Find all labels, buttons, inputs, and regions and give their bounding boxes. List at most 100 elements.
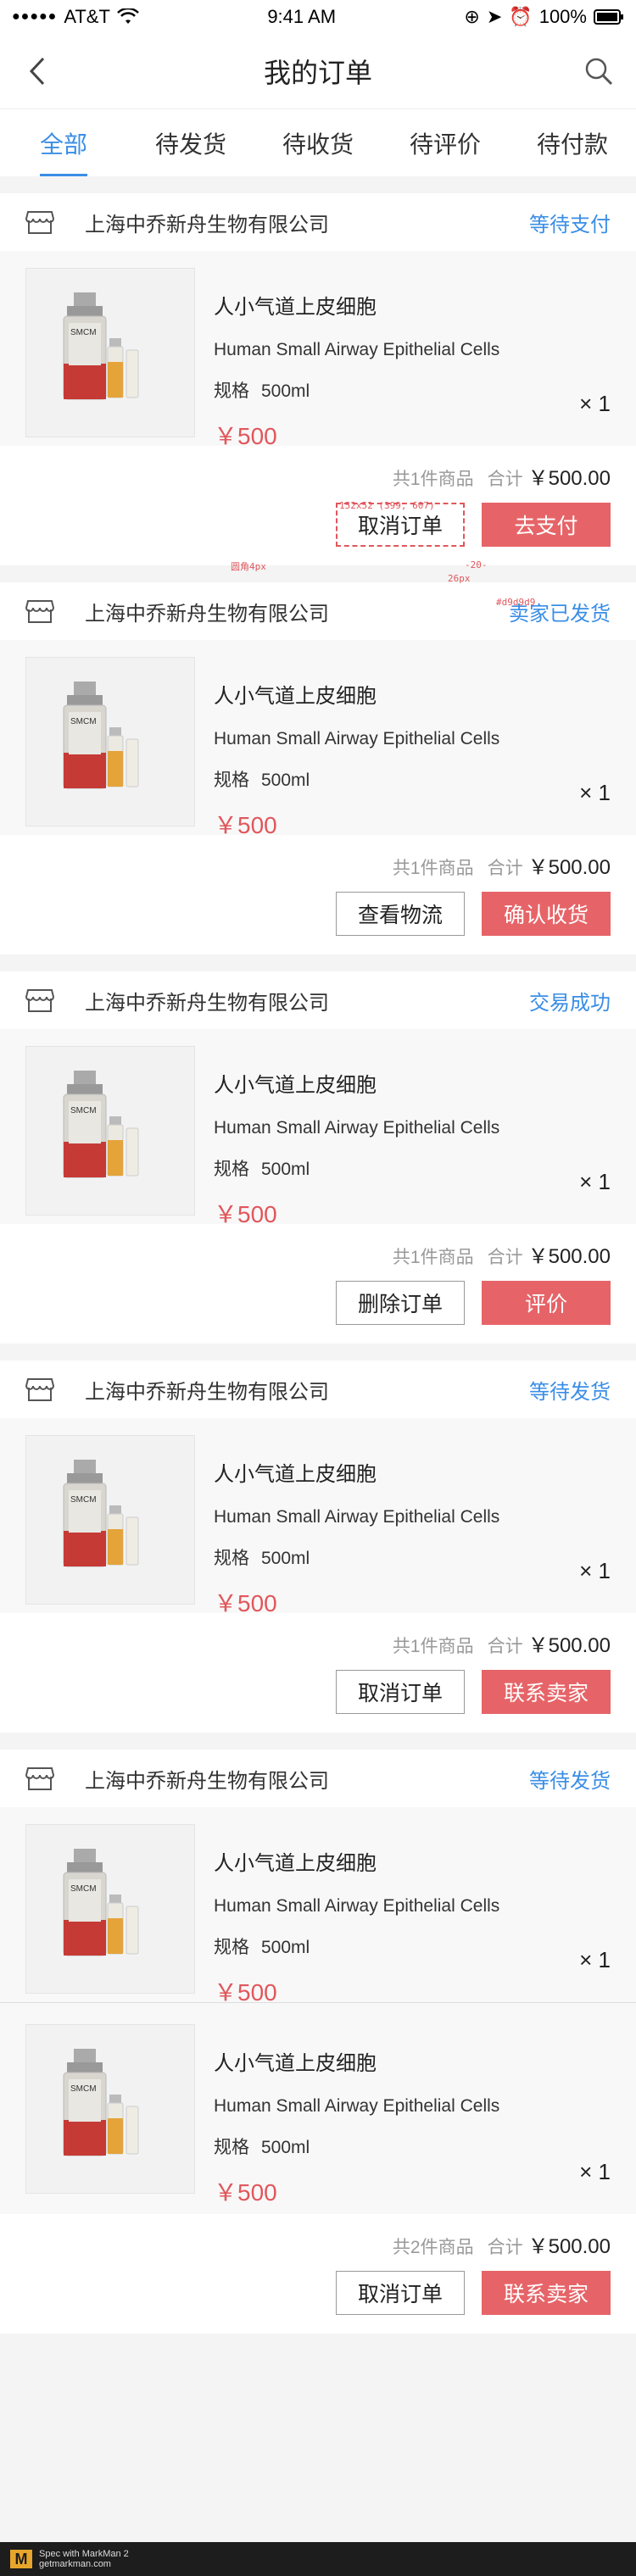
nav-bar: 我的订单 <box>0 34 636 108</box>
back-button[interactable] <box>22 54 53 88</box>
product-image: SMCM <box>63 682 139 789</box>
spec-value: 500ml <box>261 381 310 401</box>
order-header: 上海中乔新舟生物有限公司 等待支付 <box>0 193 636 251</box>
spec-label: 规格 <box>214 2138 249 2157</box>
shop-name[interactable]: 上海中乔新舟生物有限公司 <box>85 986 529 1015</box>
shop-icon <box>25 211 54 234</box>
order-card: 上海中乔新舟生物有限公司 卖家已发货 SMCM 人小气道上皮细胞 Human S… <box>0 582 636 954</box>
wifi-icon <box>117 8 139 24</box>
order-item[interactable]: SMCM 人小气道上皮细胞 Human Small Airway Epithel… <box>0 1807 636 2006</box>
order-total: ￥500.00 <box>527 467 611 490</box>
order-actions: 取消订单 去支付 <box>0 503 611 547</box>
pay-button[interactable]: 去支付 <box>482 503 611 547</box>
product-quantity: × 1 <box>579 1947 611 1972</box>
order-header: 上海中乔新舟生物有限公司 等待发货 <box>0 1750 636 1807</box>
chevron-left-icon <box>29 57 45 86</box>
clock: 9:41 AM <box>267 6 337 27</box>
order-footer: 共1件商品 合计 ￥500.00 取消订单 联系卖家 <box>0 1613 636 1733</box>
order-status: 等待发货 <box>529 1380 611 1404</box>
order-footer: 共2件商品 合计 ￥500.00 取消订单 联系卖家 <box>0 2214 636 2334</box>
product-thumbnail: SMCM <box>25 2024 195 2194</box>
shop-name[interactable]: 上海中乔新舟生物有限公司 <box>85 208 529 237</box>
spec-value: 500ml <box>261 1938 310 1957</box>
tab-to-review[interactable]: 待评价 <box>382 109 509 176</box>
svg-text:SMCM: SMCM <box>70 328 97 337</box>
contact-seller-button[interactable]: 联系卖家 <box>482 2271 611 2315</box>
order-footer: 共1件商品 合计 ￥500.00 取消订单 去支付 <box>0 446 636 565</box>
order-items: SMCM 人小气道上皮细胞 Human Small Airway Epithel… <box>0 1418 636 1616</box>
total-label: 合计 <box>487 1248 523 1267</box>
product-name-en: Human Small Airway Epithelial Cells <box>214 1118 500 1138</box>
shop-icon <box>25 1378 54 1401</box>
svg-text:SMCM: SMCM <box>70 1884 97 1894</box>
tab-to-pay[interactable]: 待付款 <box>509 109 636 176</box>
order-item[interactable]: SMCM 人小气道上皮细胞 Human Small Airway Epithel… <box>0 2002 636 2214</box>
rotation-lock-icon: ⊕ <box>464 6 480 27</box>
markman-brand: Spec with MarkMan 2 <box>39 2548 129 2559</box>
order-summary: 共1件商品 合计 ￥500.00 <box>0 1628 611 1658</box>
spec-label: 规格 <box>214 1938 249 1957</box>
order-item[interactable]: SMCM 人小气道上皮细胞 Human Small Airway Epithel… <box>0 1418 636 1616</box>
shop-name[interactable]: 上海中乔新舟生物有限公司 <box>85 1764 529 1794</box>
product-spec: 规格 500ml <box>214 377 611 403</box>
delete-order-button[interactable]: 删除订单 <box>336 1281 465 1325</box>
spec-value: 500ml <box>261 2138 310 2157</box>
cancel-order-button[interactable]: 取消订单 <box>336 2271 465 2315</box>
review-button[interactable]: 评价 <box>482 1281 611 1325</box>
search-button[interactable] <box>583 56 614 86</box>
order-footer: 共1件商品 合计 ￥500.00 删除订单 评价 <box>0 1224 636 1344</box>
annotation-radius: 圆角4px <box>231 561 266 572</box>
item-count: 共1件商品 <box>392 1637 474 1656</box>
order-status: 交易成功 <box>529 991 611 1015</box>
product-image: SMCM <box>63 2049 139 2156</box>
product-spec: 规格 500ml <box>214 766 611 792</box>
product-name: 人小气道上皮细胞 <box>214 296 377 319</box>
shop-icon <box>25 1767 54 1790</box>
view-logistics-button[interactable]: 查看物流 <box>336 892 465 936</box>
confirm-receipt-button[interactable]: 确认收货 <box>482 892 611 936</box>
product-thumbnail: SMCM <box>25 1824 195 1994</box>
signal-icon: ●●●●● <box>12 9 58 24</box>
page-title: 我的订单 <box>263 58 372 88</box>
total-label: 合计 <box>487 2238 523 2257</box>
tab-to-ship[interactable]: 待发货 <box>127 109 254 176</box>
tab-all[interactable]: 全部 <box>0 109 127 176</box>
item-count: 共1件商品 <box>392 1248 474 1267</box>
order-actions: 查看物流 确认收货 <box>0 892 611 936</box>
shop-name[interactable]: 上海中乔新舟生物有限公司 <box>85 1375 529 1405</box>
order-total: ￥500.00 <box>527 1245 611 1268</box>
order-header: 上海中乔新舟生物有限公司 交易成功 <box>0 971 636 1029</box>
contact-seller-button[interactable]: 联系卖家 <box>482 1670 611 1714</box>
tab-to-receive[interactable]: 待收货 <box>254 109 382 176</box>
total-label: 合计 <box>487 859 523 878</box>
order-summary: 共2件商品 合计 ￥500.00 <box>0 2229 611 2259</box>
product-name: 人小气道上皮细胞 <box>214 1852 377 1875</box>
order-footer: 共1件商品 合计 ￥500.00 查看物流 确认收货 <box>0 835 636 954</box>
product-price: ￥500 <box>214 1979 277 2006</box>
product-thumbnail: SMCM <box>25 1046 195 1216</box>
svg-text:SMCM: SMCM <box>70 1106 97 1116</box>
cancel-order-button[interactable]: 取消订单 <box>336 1670 465 1714</box>
spec-value: 500ml <box>261 771 310 790</box>
order-total: ￥500.00 <box>527 856 611 879</box>
shop-name[interactable]: 上海中乔新舟生物有限公司 <box>85 597 509 626</box>
product-quantity: × 1 <box>579 391 611 416</box>
status-bar: ●●●●● AT&T 9:41 AM ⊕ ➤ ⏰ 100% <box>0 0 636 34</box>
order-item[interactable]: SMCM 人小气道上皮细胞 Human Small Airway Epithel… <box>0 251 636 449</box>
order-item[interactable]: SMCM 人小气道上皮细胞 Human Small Airway Epithel… <box>0 1029 636 1227</box>
product-image: SMCM <box>63 1849 139 1956</box>
product-name-en: Human Small Airway Epithelial Cells <box>214 1896 500 1916</box>
product-name: 人小气道上皮细胞 <box>214 1463 377 1486</box>
order-actions: 删除订单 评价 <box>0 1281 611 1325</box>
item-count: 共2件商品 <box>392 2238 474 2257</box>
product-name: 人小气道上皮细胞 <box>214 2052 377 2075</box>
spec-label: 规格 <box>214 1160 249 1179</box>
order-total: ￥500.00 <box>527 1634 611 1657</box>
product-image: SMCM <box>63 1460 139 1567</box>
product-name-en: Human Small Airway Epithelial Cells <box>214 2096 500 2116</box>
markman-footer: M Spec with MarkMan 2 getmarkman.com <box>0 2542 636 2576</box>
order-item[interactable]: SMCM 人小气道上皮细胞 Human Small Airway Epithel… <box>0 640 636 838</box>
order-status: 等待发货 <box>529 1769 611 1793</box>
product-quantity: × 1 <box>579 1169 611 1194</box>
search-icon <box>585 58 613 86</box>
